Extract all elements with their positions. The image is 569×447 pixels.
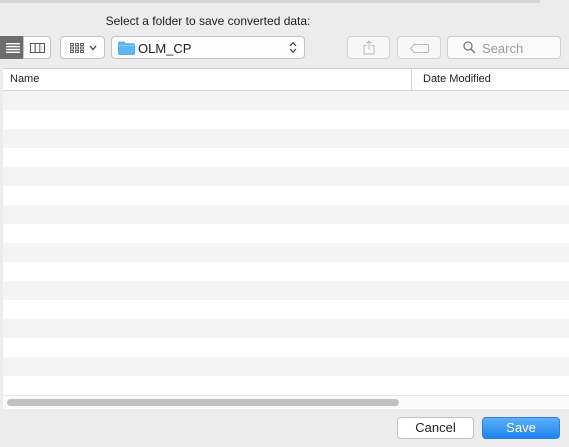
file-list[interactable]: Name Date Modified [3,68,569,409]
window-top-edge [0,0,540,3]
table-row[interactable] [3,376,569,395]
scrollbar-thumb[interactable] [7,399,399,406]
arrange-button[interactable] [60,36,105,59]
horizontal-scrollbar[interactable] [3,395,569,409]
save-button[interactable]: Save [482,417,560,439]
table-row[interactable] [3,224,569,243]
cancel-button[interactable]: Cancel [397,417,474,439]
list-view-icon [6,43,20,53]
table-row[interactable] [3,281,569,300]
table-row[interactable] [3,319,569,338]
save-dialog: Select a folder to save converted data: [0,0,569,447]
search-field[interactable]: Search [447,36,561,59]
column-divider[interactable] [411,69,412,90]
table-row[interactable] [3,338,569,357]
table-row[interactable] [3,300,569,319]
chevron-down-icon [89,45,97,51]
list-view-button[interactable] [0,36,24,59]
tag-icon [410,44,429,53]
table-row[interactable] [3,110,569,129]
table-row[interactable] [3,148,569,167]
table-row[interactable] [3,186,569,205]
table-row[interactable] [3,91,569,110]
share-button[interactable] [347,36,390,59]
file-rows [3,91,569,395]
table-row[interactable] [3,167,569,186]
file-list-header: Name Date Modified [3,69,569,91]
column-view-icon [30,43,45,53]
dialog-prompt: Select a folder to save converted data: [105,14,311,28]
table-row[interactable] [3,243,569,262]
toolbar: OLM_CP Search [0,36,569,62]
table-row[interactable] [3,129,569,148]
table-row[interactable] [3,262,569,281]
search-icon [463,41,476,54]
tag-button[interactable] [397,36,441,59]
table-row[interactable] [3,357,569,376]
share-icon [363,40,375,55]
column-header-date-modified[interactable]: Date Modified [423,73,491,85]
location-label: OLM_CP [138,41,192,56]
column-header-name[interactable]: Name [10,73,39,85]
folder-icon [118,41,135,55]
column-view-button[interactable] [23,36,51,59]
search-placeholder: Search [482,41,524,56]
location-popup[interactable]: OLM_CP [111,36,305,59]
grid-arrange-icon [70,43,84,53]
up-down-chevron-icon [289,41,297,54]
table-row[interactable] [3,205,569,224]
